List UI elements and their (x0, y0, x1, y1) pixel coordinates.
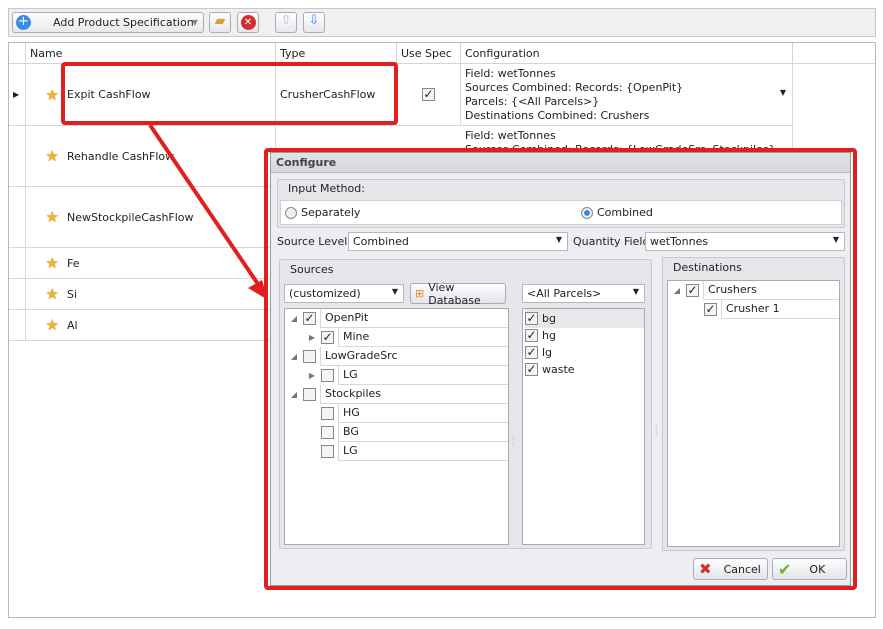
annotation-dialog-highlight (264, 148, 857, 590)
